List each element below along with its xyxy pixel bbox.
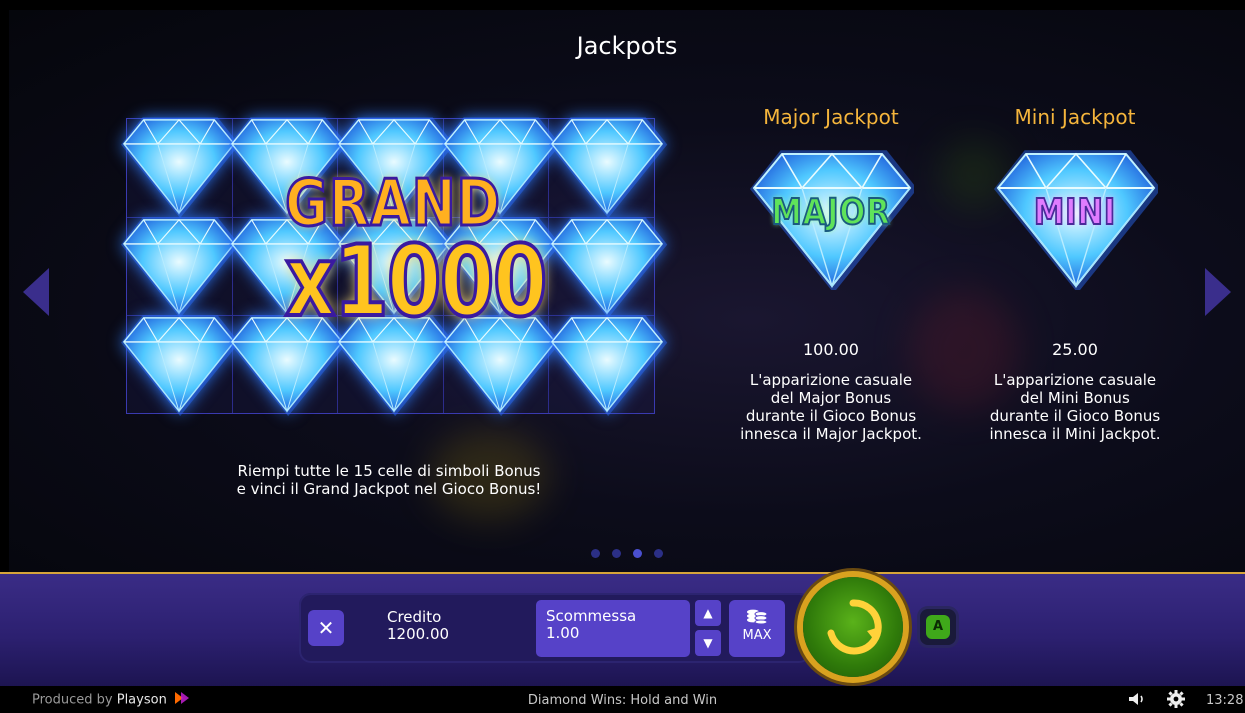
- max-bet-label: MAX: [742, 628, 772, 643]
- description-line: L'apparizione casuale: [993, 371, 1157, 389]
- bet-value: 1.00: [546, 624, 580, 642]
- major-jackpot-description: L'apparizione casuale del Major Bonus du…: [716, 371, 946, 443]
- diamond-symbol-icon: [121, 210, 240, 319]
- bet-increase-button[interactable]: ▲: [695, 600, 721, 626]
- mini-jackpot-title: Mini Jackpot: [1014, 105, 1136, 129]
- clock: 13:28: [1206, 693, 1244, 708]
- gear-icon[interactable]: [1167, 690, 1185, 712]
- max-bet-button[interactable]: MAX: [729, 600, 785, 657]
- mini-jackpot-value: 25.00: [1052, 340, 1098, 359]
- mini-gem-label: MINI: [1033, 191, 1117, 234]
- description-line: L'apparizione casuale: [749, 371, 913, 389]
- pagination-dot[interactable]: [591, 549, 600, 558]
- diamond-symbol-icon: [121, 110, 240, 219]
- pagination-dot[interactable]: [633, 549, 642, 558]
- game-title: Diamond Wins: Hold and Win: [527, 693, 718, 708]
- credit-value: 1200.00: [387, 625, 450, 643]
- autoplay-icon: A: [926, 615, 950, 639]
- spin-arrow-icon: [827, 599, 882, 655]
- grand-description: Riempi tutte le 15 celle di simboli Bonu…: [199, 462, 579, 498]
- grand-multiplier: x1000: [283, 225, 549, 339]
- close-button[interactable]: ✕: [308, 610, 344, 646]
- bet-display[interactable]: Scommessa 1.00: [536, 600, 690, 657]
- diamond-symbol-icon: [549, 210, 668, 319]
- arrow-right-icon[interactable]: [1205, 268, 1231, 316]
- major-jackpot-title: Major Jackpot: [763, 105, 899, 129]
- description-line: del Mini Bonus: [1020, 389, 1130, 407]
- description-line: durante il Gioco Bonus: [745, 407, 917, 425]
- grand-description-line: Riempi tutte le 15 celle di simboli Bonu…: [237, 462, 541, 480]
- diamond-symbol-icon: [549, 110, 668, 219]
- diamond-symbol-icon: [549, 308, 668, 417]
- major-jackpot-column: Major Jackpot MAJOR 100.00 L'apparizione…: [716, 102, 946, 443]
- major-jackpot-value: 100.00: [803, 340, 859, 359]
- credit-display: Credito 1200.00: [387, 609, 449, 643]
- arrow-left-icon[interactable]: [23, 268, 49, 316]
- bet-decrease-button[interactable]: ▼: [695, 630, 721, 656]
- credit-label: Credito: [387, 608, 442, 626]
- spin-button[interactable]: [803, 577, 903, 677]
- page-title: Jackpots: [576, 32, 678, 60]
- control-bar: ✕ Credito 1200.00 Scommessa 1.00 ▲ ▼ MAX…: [0, 572, 1245, 688]
- jackpots-info-page: Jackpots GRAND x1000 Riempi tutte le 15 …: [9, 10, 1245, 572]
- major-gem-label: MAJOR: [770, 191, 891, 234]
- page-pagination: [9, 549, 1245, 558]
- mini-diamond-icon: MINI: [960, 140, 1190, 310]
- diamond-symbol-icon: [121, 308, 240, 417]
- description-line: innesca il Major Jackpot.: [740, 425, 922, 443]
- mini-jackpot-description: L'apparizione casuale del Mini Bonus dur…: [960, 371, 1190, 443]
- speaker-icon[interactable]: [1128, 692, 1146, 710]
- bet-panel: ✕ Credito 1200.00 Scommessa 1.00 ▲ ▼ MAX: [299, 593, 811, 663]
- pagination-dot[interactable]: [612, 549, 621, 558]
- grand-description-line: e vinci il Grand Jackpot nel Gioco Bonus…: [236, 480, 542, 498]
- description-line: durante il Gioco Bonus: [989, 407, 1161, 425]
- autoplay-button[interactable]: A: [920, 609, 956, 645]
- pagination-dot[interactable]: [654, 549, 663, 558]
- major-diamond-icon: MAJOR: [716, 140, 946, 310]
- footer-bar: Produced by Playson Diamond Wins: Hold a…: [0, 686, 1245, 713]
- coins-stack-icon: [729, 608, 785, 628]
- grand-label: GRAND x1000: [258, 169, 549, 339]
- mini-jackpot-column: Mini Jackpot MINI 25.00 L'apparizione ca…: [960, 102, 1190, 443]
- description-line: del Major Bonus: [770, 389, 892, 407]
- description-line: innesca il Mini Jackpot.: [989, 425, 1161, 443]
- bet-label: Scommessa: [546, 607, 637, 625]
